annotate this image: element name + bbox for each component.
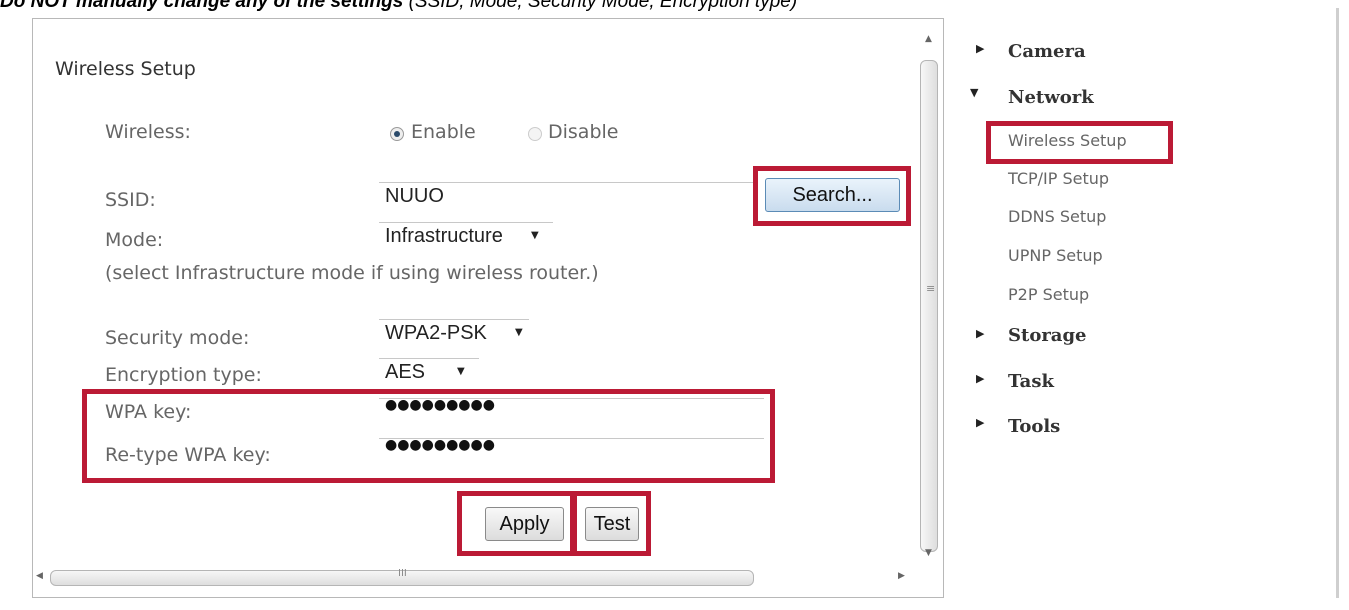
mode-select[interactable]: Infrastructure ▼: [379, 222, 553, 252]
nav-storage[interactable]: Storage: [1008, 325, 1087, 346]
scroll-down-icon[interactable]: ▼: [925, 548, 932, 558]
chevron-down-icon: ▼: [457, 366, 465, 377]
nav-camera[interactable]: Camera: [1008, 41, 1086, 62]
scroll-up-icon[interactable]: ▲: [925, 34, 932, 44]
wireless-setup-highlight: [986, 121, 1173, 164]
nav-network[interactable]: Network: [1008, 87, 1094, 108]
search-highlight: [753, 166, 911, 226]
scroll-grip-icon: ≡: [926, 282, 936, 295]
wireless-label: Wireless:: [105, 121, 191, 143]
vertical-scroll-thumb[interactable]: [920, 60, 938, 552]
caret-down-icon: ▼: [970, 86, 979, 99]
encryption-type-label: Encryption type:: [105, 364, 262, 386]
mode-value: Infrastructure: [385, 225, 503, 247]
caption-rest: (SSID, Mode, Security Mode, Encryption t…: [403, 0, 798, 11]
nav-task[interactable]: Task: [1008, 371, 1054, 392]
vertical-scrollbar[interactable]: ▲ ≡ ▼: [918, 28, 942, 574]
nav-tools[interactable]: Tools: [1008, 416, 1060, 437]
scroll-left-icon[interactable]: ◀: [36, 571, 43, 581]
chevron-down-icon: ▼: [515, 327, 523, 338]
security-mode-label: Security mode:: [105, 327, 250, 349]
encryption-type-select[interactable]: AES ▼: [379, 358, 479, 388]
caption-bold: Do NOT manually change any of the settin…: [0, 0, 404, 11]
ssid-input[interactable]: NUUO: [379, 182, 754, 208]
page-edge: [1336, 8, 1339, 598]
security-mode-select[interactable]: WPA2-PSK ▼: [379, 319, 529, 349]
security-mode-value: WPA2-PSK: [385, 322, 487, 344]
mode-label: Mode:: [105, 229, 164, 251]
test-highlight: [572, 491, 651, 556]
ssid-label: SSID:: [105, 189, 156, 211]
nav-sub-tcpip-setup[interactable]: TCP/IP Setup: [1008, 169, 1109, 188]
encryption-type-value: AES: [385, 361, 426, 383]
nav-sub-upnp-setup[interactable]: UPNP Setup: [1008, 246, 1103, 265]
instruction-caption: Do NOT manually change any of the settin…: [0, 0, 1349, 11]
caret-right-icon: ▶: [976, 416, 985, 429]
mode-hint: (select Infrastructure mode if using wir…: [105, 262, 599, 284]
caret-right-icon: ▶: [976, 327, 985, 340]
chevron-down-icon: ▼: [531, 230, 539, 241]
nav-sub-ddns-setup[interactable]: DDNS Setup: [1008, 207, 1106, 226]
hscroll-grip-icon: III: [398, 568, 407, 579]
ssid-value: NUUO: [385, 185, 444, 207]
enable-radio-label: Enable: [411, 121, 476, 143]
wpa-key-highlight: [82, 389, 775, 483]
enable-radio[interactable]: [390, 127, 404, 141]
apply-highlight: [457, 491, 575, 556]
caret-right-icon: ▶: [976, 42, 985, 55]
page-title: Wireless Setup: [55, 58, 196, 80]
nav-sub-p2p-setup[interactable]: P2P Setup: [1008, 285, 1089, 304]
disable-radio-label: Disable: [548, 121, 619, 143]
scroll-right-icon[interactable]: ▶: [898, 571, 905, 581]
horizontal-scrollbar[interactable]: ◀ III ▶: [36, 568, 916, 590]
disable-radio[interactable]: [528, 127, 542, 141]
caret-right-icon: ▶: [976, 372, 985, 385]
